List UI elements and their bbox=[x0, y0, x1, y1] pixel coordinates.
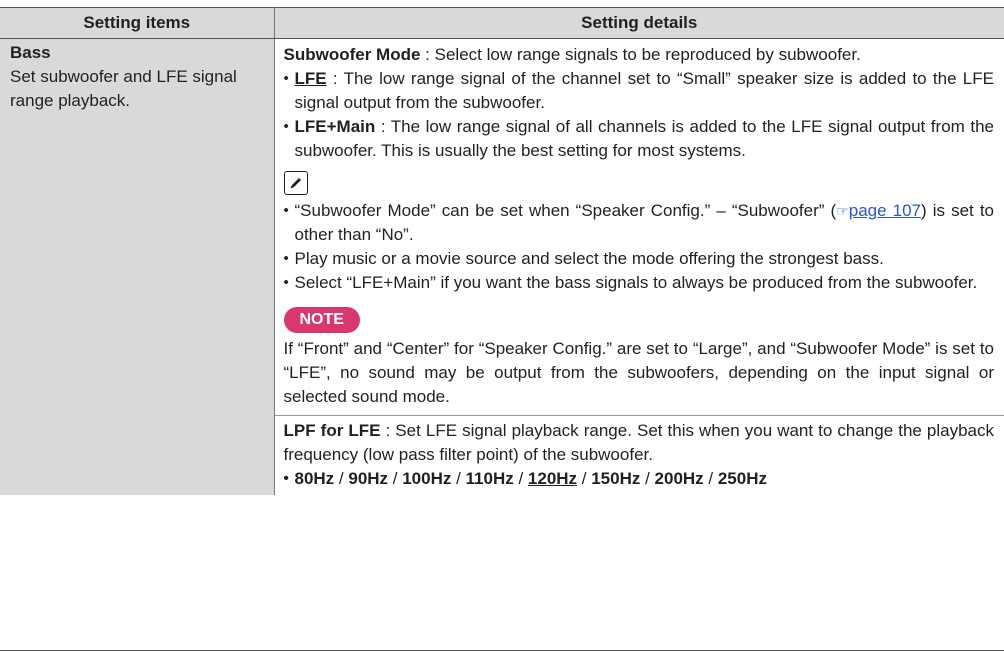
option-label-lfe: LFE bbox=[294, 69, 327, 88]
subwoofer-mode-intro: Subwoofer Mode : Select low range signal… bbox=[284, 43, 995, 67]
table-header-row: Setting items Setting details bbox=[0, 7, 1004, 39]
setting-item-cell: Bass Set subwoofer and LFE signal range … bbox=[0, 38, 275, 495]
lpf-values: 80Hz / 90Hz / 100Hz / 110Hz / 120Hz / 15… bbox=[284, 467, 995, 491]
lpf-name: LPF for LFE bbox=[283, 421, 381, 440]
subwoofer-mode-options: LFE : The low range signal of the channe… bbox=[284, 67, 995, 163]
subwoofer-mode-cell: Subwoofer Mode : Select low range signal… bbox=[274, 39, 1004, 416]
header-setting-details: Setting details bbox=[274, 7, 1004, 39]
list-item: LFE+Main : The low range signal of all c… bbox=[284, 115, 995, 163]
lpf-value: 80Hz bbox=[294, 469, 335, 488]
page-reference-icon: ☞ bbox=[836, 203, 849, 219]
lpf-value: 200Hz bbox=[654, 469, 704, 488]
setting-item-title: Bass bbox=[10, 43, 51, 62]
lpf-value: 100Hz bbox=[402, 469, 452, 488]
value-separator: / bbox=[451, 469, 466, 488]
value-separator: / bbox=[640, 469, 655, 488]
pencil-icon bbox=[283, 171, 308, 195]
subwoofer-mode-desc: : Select low range signals to be reprodu… bbox=[420, 45, 861, 64]
list-item: Play music or a movie source and select … bbox=[284, 247, 995, 271]
page-107-link[interactable]: page 107 bbox=[849, 201, 921, 220]
setting-item-description: Set subwoofer and LFE signal range playb… bbox=[10, 67, 237, 110]
lpf-desc: : Set LFE signal playback range. Set thi… bbox=[283, 421, 995, 464]
lpf-value: 120Hz bbox=[527, 469, 578, 488]
lpf-value: 250Hz bbox=[717, 469, 767, 488]
value-separator: / bbox=[577, 469, 592, 488]
subwoofer-mode-name: Subwoofer Mode bbox=[283, 45, 421, 64]
option-text: : The low range signal of all channels i… bbox=[294, 117, 995, 160]
lpf-value: 110Hz bbox=[465, 469, 514, 488]
lpf-value: 90Hz bbox=[348, 469, 389, 488]
note-badge: NOTE bbox=[283, 307, 360, 333]
list-item: Select “LFE+Main” if you want the bass s… bbox=[284, 271, 995, 295]
list-item: “Subwoofer Mode” can be set when “Speake… bbox=[284, 199, 995, 247]
note-text: If “Front” and “Center” for “Speaker Con… bbox=[283, 339, 995, 406]
lpf-cell: LPF for LFE : Set LFE signal playback ra… bbox=[274, 415, 1004, 495]
manual-page: Setting items Setting details Bass Set s… bbox=[0, 0, 1004, 651]
option-text: : The low range signal of the channel se… bbox=[294, 69, 995, 112]
header-setting-items: Setting items bbox=[0, 7, 275, 39]
settings-table: Setting items Setting details Bass Set s… bbox=[0, 7, 1004, 495]
list-item: LFE : The low range signal of the channe… bbox=[284, 67, 995, 115]
tips-list: “Subwoofer Mode” can be set when “Speake… bbox=[284, 199, 995, 295]
value-separator: / bbox=[513, 469, 528, 488]
option-label-lfe-main: LFE+Main bbox=[294, 117, 376, 136]
lpf-value: 150Hz bbox=[591, 469, 641, 488]
value-separator: / bbox=[703, 469, 718, 488]
lpf-intro: LPF for LFE : Set LFE signal playback ra… bbox=[284, 419, 995, 467]
lpf-values-list: 80Hz / 90Hz / 100Hz / 110Hz / 120Hz / 15… bbox=[284, 467, 995, 491]
table-row-bass: Bass Set subwoofer and LFE signal range … bbox=[0, 38, 1004, 495]
value-separator: / bbox=[334, 469, 349, 488]
value-separator: / bbox=[388, 469, 403, 488]
